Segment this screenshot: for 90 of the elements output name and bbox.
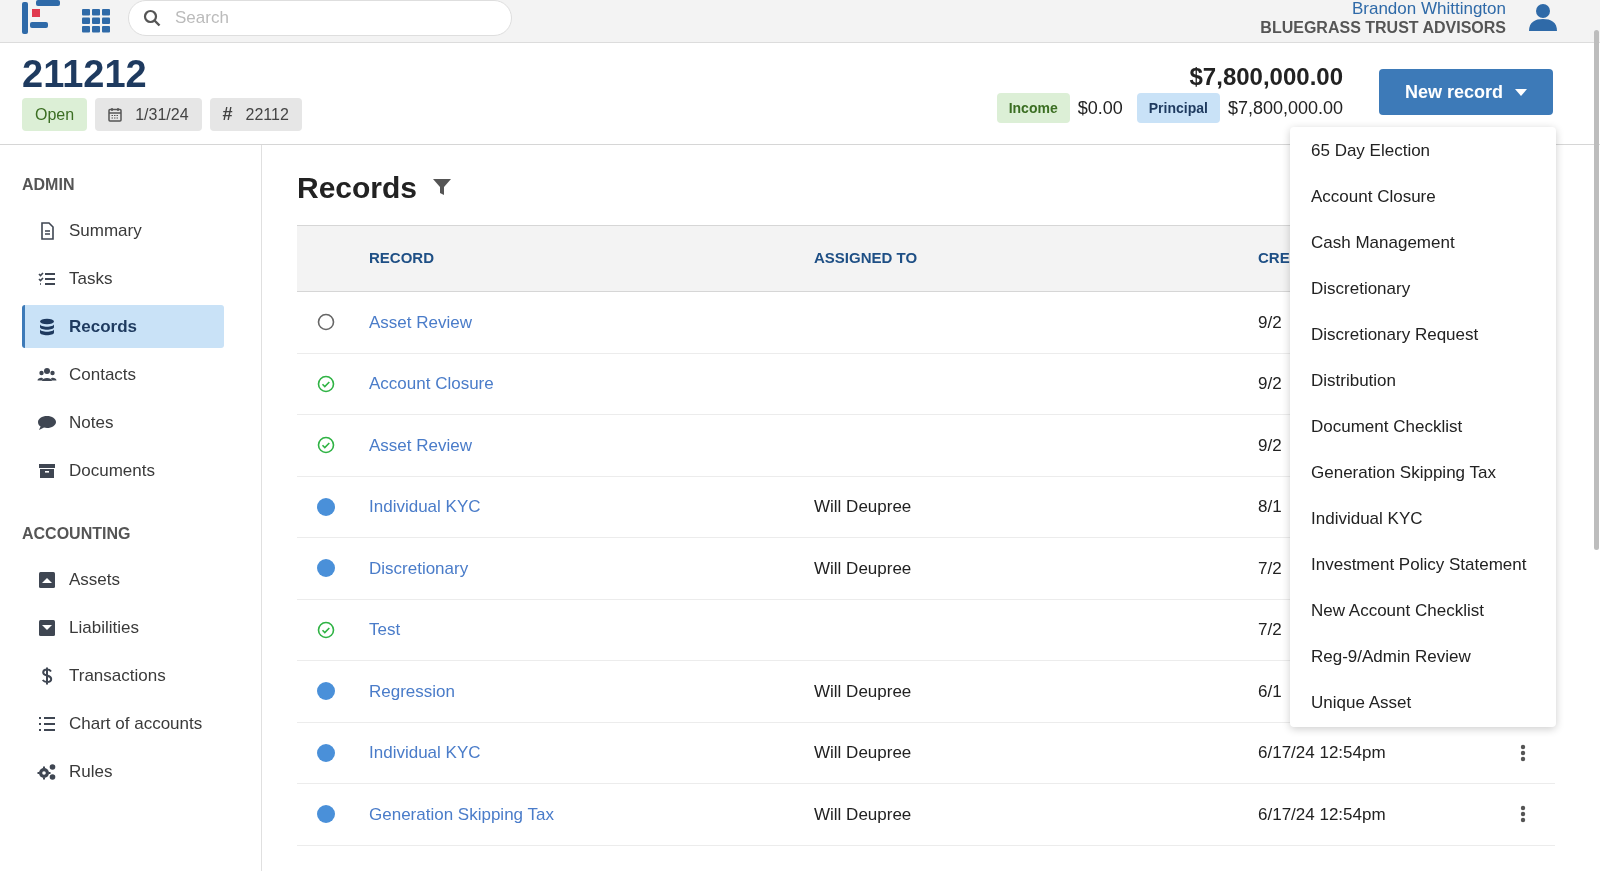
status-badge: Open — [22, 98, 88, 131]
filled-circle-icon — [317, 805, 335, 824]
column-header[interactable]: ASSIGNED TO — [814, 247, 1258, 270]
check-circle-icon — [317, 436, 335, 455]
total-amount: $7,800,000.00 — [1189, 62, 1343, 92]
check-circle-icon — [317, 374, 335, 393]
column-header[interactable]: CRE — [1258, 247, 1290, 270]
sidebar-item[interactable]: Documents — [22, 449, 224, 492]
sidebar-item[interactable]: Liabilities — [22, 606, 224, 649]
created-date: 7/2 — [1258, 620, 1282, 639]
created-date: 6/17/24 12:54pm — [1258, 743, 1386, 762]
menu-item[interactable]: New Account Checklist — [1290, 588, 1556, 634]
menu-item[interactable]: Individual KYC — [1290, 496, 1556, 542]
apps-grid-icon[interactable] — [82, 9, 110, 33]
menu-item[interactable]: 65 Day Election — [1290, 128, 1556, 174]
created-date: 7/2 — [1258, 558, 1282, 578]
sidebar-section-title: ADMIN — [22, 175, 76, 195]
assignee: Will Deupree — [814, 743, 912, 762]
sidebar-item[interactable]: Assets — [22, 558, 224, 601]
assignee: Will Deupree — [814, 681, 912, 701]
sidebar-item[interactable]: Contacts — [22, 353, 224, 396]
menu-item[interactable]: Account Closure — [1290, 174, 1556, 220]
menu-item[interactable]: Distribution — [1290, 358, 1556, 404]
menu-item[interactable]: Discretionary — [1290, 266, 1556, 312]
record-link[interactable]: Individual KYC — [369, 497, 481, 516]
record-number: 22112 — [245, 104, 289, 125]
search-icon — [143, 9, 161, 27]
date-text: 1/31/24 — [135, 104, 189, 125]
column-header[interactable]: RECORD — [369, 247, 814, 270]
calendar-icon — [108, 107, 123, 122]
record-link[interactable]: Account Closure — [369, 374, 494, 393]
sidebar-section-title: ACCOUNTING — [22, 524, 132, 544]
section-title: Records — [297, 169, 418, 206]
filled-circle-icon — [317, 743, 335, 762]
user-name[interactable]: Brandon Whittington — [1351, 0, 1506, 18]
record-link[interactable]: Generation Skipping Tax — [369, 804, 554, 824]
record-link[interactable]: Discretionary — [369, 558, 469, 578]
organization-name: BLUEGRASS TRUST ADVISORS — [1260, 18, 1506, 37]
search-field[interactable]: Search — [128, 0, 512, 36]
caret-up-square-icon — [37, 569, 57, 590]
created-date: 6/17/24 12:54pm — [1258, 804, 1386, 824]
menu-item[interactable]: Reg-9/Admin Review — [1290, 634, 1556, 680]
sidebar-item[interactable]: Tasks — [22, 257, 224, 300]
balance-amount: $0.00 — [1077, 96, 1123, 120]
record-link[interactable]: Regression — [369, 681, 455, 701]
sidebar-item[interactable]: Chart of accounts — [22, 702, 224, 745]
created-date: 9/2 — [1258, 435, 1282, 455]
sidebar-item[interactable]: Notes — [22, 401, 224, 444]
menu-item[interactable]: Unique Asset — [1290, 680, 1556, 726]
record-link[interactable]: Asset Review — [369, 312, 472, 332]
menu-item[interactable]: Generation Skipping Tax — [1290, 450, 1556, 496]
app-logo[interactable] — [22, 0, 60, 34]
record-link[interactable]: Asset Review — [369, 435, 472, 455]
user-avatar-icon[interactable] — [1528, 2, 1558, 32]
record-link[interactable]: Test — [369, 620, 401, 639]
sidebar-item[interactable]: Summary — [22, 209, 224, 252]
record-link[interactable]: Individual KYC — [369, 743, 481, 762]
caret-down-icon — [1515, 88, 1527, 96]
filter-icon[interactable] — [433, 178, 452, 196]
menu-item[interactable]: Investment Policy Statement — [1290, 542, 1556, 588]
more-options-icon[interactable] — [1520, 743, 1526, 762]
balance-amount: $7,800,000.00 — [1227, 96, 1343, 120]
balance-label: Income — [996, 93, 1070, 123]
database-icon — [37, 316, 57, 337]
filled-circle-icon — [317, 497, 335, 516]
assignee: Will Deupree — [814, 558, 912, 578]
menu-item[interactable]: Cash Management — [1290, 220, 1556, 266]
menu-item[interactable]: Discretionary Request — [1290, 312, 1556, 358]
created-date: 9/2 — [1258, 374, 1282, 393]
filled-circle-icon — [317, 682, 335, 701]
page-title: 211212 — [22, 52, 148, 96]
assignee: Will Deupree — [814, 804, 912, 824]
balance-label: Principal — [1136, 93, 1220, 123]
menu-item[interactable]: Document Checklist — [1290, 404, 1556, 450]
hash-symbol: # — [222, 103, 233, 126]
sidebar-item[interactable]: Rules — [22, 750, 224, 793]
scrollbar[interactable] — [1594, 30, 1599, 550]
created-date: 9/2 — [1258, 312, 1282, 332]
caret-down-square-icon — [37, 617, 57, 638]
empty-circle-icon — [317, 313, 335, 332]
gears-icon — [37, 761, 57, 782]
filled-circle-icon — [317, 559, 335, 578]
created-date: 8/1 — [1258, 497, 1282, 516]
new-record-button[interactable]: New record — [1379, 69, 1553, 115]
sidebar-item[interactable]: Records — [22, 305, 224, 348]
assignee: Will Deupree — [814, 497, 912, 516]
check-circle-icon — [317, 620, 335, 639]
more-options-icon[interactable] — [1520, 805, 1526, 824]
sidebar-item[interactable]: Transactions — [22, 654, 224, 697]
created-date: 6/1 — [1258, 681, 1282, 701]
